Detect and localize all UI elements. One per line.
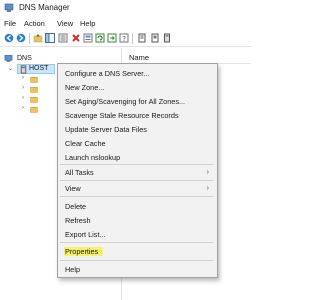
menu-separator [60, 196, 213, 197]
window-title: DNS Manager [19, 3, 70, 12]
delete-x-icon[interactable] [71, 33, 81, 43]
menu-view[interactable]: View › [65, 183, 215, 194]
toolbar-separator [132, 33, 133, 44]
server-icon[interactable] [162, 33, 172, 43]
menu-help[interactable]: Help [65, 264, 215, 275]
column-header-name[interactable]: Name [129, 53, 149, 62]
toolbar: ? [0, 30, 251, 47]
tree-caret[interactable]: › [22, 75, 24, 81]
svg-text:?: ? [122, 35, 126, 43]
tree-host-label: HOST [29, 65, 49, 72]
tree-expand-caret[interactable]: ⌄ [8, 65, 13, 72]
menu-all-tasks-label: All Tasks [65, 168, 94, 177]
menu-separator [60, 164, 213, 165]
menu-file[interactable]: File [4, 19, 16, 28]
menu-configure-dns-server[interactable]: Configure a DNS Server... [65, 68, 215, 79]
menu-clear-cache[interactable]: Clear Cache [65, 138, 215, 149]
dns-manager-icon [4, 3, 14, 12]
tree-root-label: DNS [17, 54, 32, 62]
menu-bar: File Action View Help [0, 17, 251, 30]
folder-icon[interactable] [30, 97, 38, 103]
menu-delete[interactable]: Delete [65, 201, 215, 212]
menu-help[interactable]: Help [80, 19, 95, 28]
menu-properties[interactable]: Properties [65, 246, 215, 257]
menu-view[interactable]: View [57, 19, 73, 28]
menu-scavenge-stale-records[interactable]: Scavenge Stale Resource Records [65, 110, 215, 121]
title-bar: DNS Manager [0, 0, 251, 17]
folder-icon[interactable] [30, 107, 38, 113]
help-icon[interactable]: ? [119, 33, 129, 43]
folder-icon[interactable] [30, 77, 38, 83]
menu-all-tasks[interactable]: All Tasks › [65, 167, 215, 178]
toolbar-separator [29, 33, 30, 44]
tree-caret[interactable]: › [22, 95, 24, 101]
menu-view-label: View [65, 184, 81, 193]
menu-separator [60, 260, 213, 261]
properties-icon[interactable] [83, 33, 93, 43]
dns-icon [4, 54, 13, 62]
export-list-icon[interactable] [58, 33, 68, 43]
menu-launch-nslookup[interactable]: Launch nslookup [65, 152, 215, 163]
dns-record-icon[interactable] [137, 33, 147, 43]
tree-caret[interactable]: › [22, 105, 24, 111]
folder-icon[interactable] [30, 87, 38, 93]
server-icon [20, 65, 27, 74]
submenu-arrow-icon: › [206, 185, 209, 192]
console-tree-icon[interactable] [45, 33, 55, 43]
export-icon[interactable] [107, 33, 117, 43]
tree-caret[interactable]: › [22, 85, 24, 91]
zone-icon[interactable] [150, 33, 160, 43]
menu-separator [60, 180, 213, 181]
refresh-icon[interactable] [95, 33, 105, 43]
forward-arrow-icon[interactable] [16, 33, 26, 43]
menu-update-server-data-files[interactable]: Update Server Data Files [65, 124, 215, 135]
menu-refresh[interactable]: Refresh [65, 215, 215, 226]
menu-separator [60, 242, 213, 243]
tree-root-dns[interactable]: DNS [4, 53, 32, 63]
folder-up-icon[interactable] [33, 33, 43, 43]
menu-new-zone[interactable]: New Zone... [65, 82, 215, 93]
back-arrow-icon[interactable] [4, 33, 14, 43]
menu-action[interactable]: Action [24, 19, 45, 28]
menu-set-aging-scavenging[interactable]: Set Aging/Scavenging for All Zones... [65, 96, 215, 107]
menu-export-list[interactable]: Export List... [65, 229, 215, 240]
submenu-arrow-icon: › [206, 169, 209, 176]
